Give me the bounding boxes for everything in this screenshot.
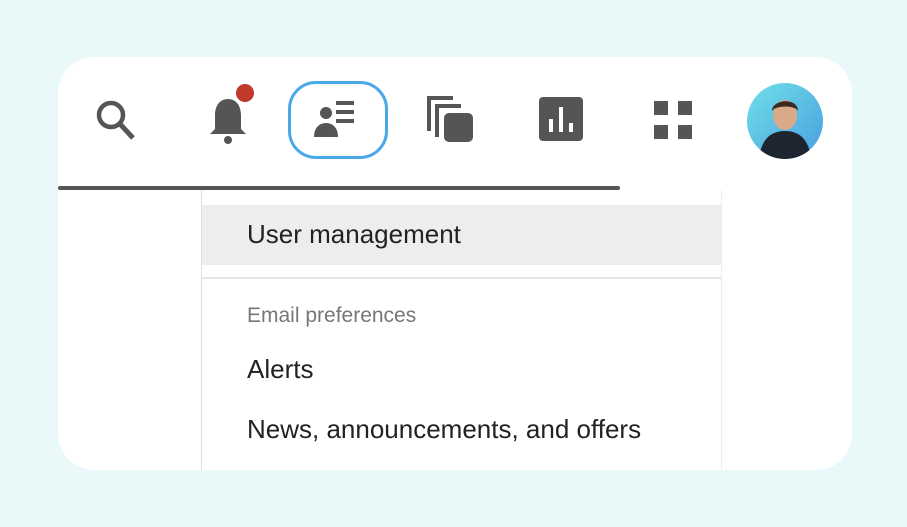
avatar[interactable]	[747, 83, 823, 159]
search-icon[interactable]	[93, 97, 139, 143]
chart-icon[interactable]	[539, 97, 583, 141]
email-preferences-heading: Email preferences	[247, 304, 417, 327]
apps-grid-icon[interactable]	[654, 101, 692, 139]
copy-icon[interactable]	[426, 95, 476, 145]
menu-item-alerts[interactable]: Alerts	[247, 354, 313, 385]
card: User management Email preferences Alerts…	[58, 57, 852, 470]
menu-divider	[202, 277, 721, 279]
account-dropdown-menu: User management Email preferences Alerts…	[201, 190, 722, 470]
notification-badge	[236, 84, 254, 102]
bell-icon[interactable]	[206, 95, 250, 147]
user-management-icon[interactable]	[312, 99, 364, 139]
menu-item-user-management-label[interactable]: User management	[247, 219, 461, 250]
menu-item-news[interactable]: News, announcements, and offers	[247, 414, 641, 445]
